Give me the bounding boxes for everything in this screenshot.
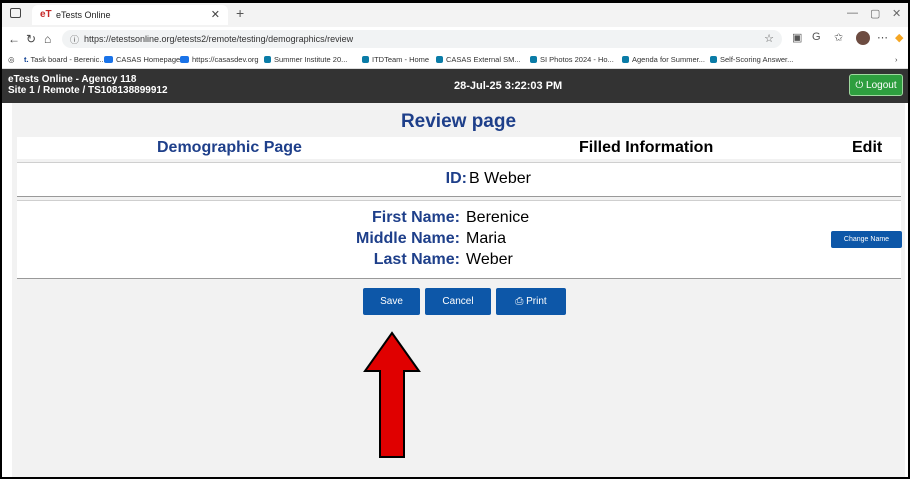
last-name-label: Last Name: bbox=[373, 251, 460, 268]
url-text: https://etestsonline.org/etests2/remote/… bbox=[84, 34, 354, 44]
logout-button[interactable]: ⏻ Logout bbox=[849, 74, 903, 96]
change-name-button[interactable]: Change Name bbox=[831, 231, 902, 248]
tab-title: eTests Online bbox=[56, 10, 111, 20]
red-arrow-annotation bbox=[363, 331, 421, 458]
page-title: Review page bbox=[400, 111, 517, 132]
bookmark-self-scoring[interactable]: Self-Scoring Answer... bbox=[710, 55, 793, 64]
app-header: eTests Online - Agency 118 Site 1 / Remo… bbox=[2, 69, 908, 103]
refresh-icon[interactable]: ↻ bbox=[26, 32, 36, 46]
copilot-icon[interactable]: G bbox=[812, 31, 821, 43]
agency-name: eTests Online - Agency 118 bbox=[8, 74, 137, 85]
extension-icon[interactable]: ▣ bbox=[792, 31, 802, 44]
col-edit: Edit bbox=[852, 139, 883, 156]
bookmark-itdteam[interactable]: ITDTeam - Home bbox=[362, 55, 429, 64]
bookmark-casas-external[interactable]: CASAS External SM... bbox=[436, 55, 521, 64]
more-menu-icon[interactable]: ⋯ bbox=[877, 31, 888, 44]
back-icon[interactable]: ← bbox=[8, 32, 20, 46]
name-row: First Name: Berenice Middle Name: Maria … bbox=[17, 200, 902, 279]
tab-actions-icon[interactable] bbox=[10, 8, 21, 18]
address-bar-row: ← ↻ ⌂ ⓘ https://etestsonline.org/etests2… bbox=[2, 27, 908, 51]
session-datetime: 28-Jul-25 3:22:03 PM bbox=[454, 80, 563, 92]
logout-label: Logout bbox=[866, 80, 897, 91]
tab-close-icon[interactable]: ✕ bbox=[211, 8, 220, 21]
bookmarks-overflow-icon[interactable]: › bbox=[895, 55, 898, 64]
bookmark-summer-institute[interactable]: Summer Institute 20... bbox=[264, 55, 347, 64]
edge-copilot-icon[interactable]: ◆ bbox=[895, 31, 903, 44]
home-icon[interactable]: ⌂ bbox=[44, 32, 51, 46]
site-id: Site 1 / Remote / TS108138899912 bbox=[8, 85, 168, 96]
printer-icon: ⎙ bbox=[515, 296, 524, 307]
profile-avatar[interactable] bbox=[856, 31, 870, 45]
id-label: ID: bbox=[445, 170, 467, 187]
power-icon: ⏻ bbox=[855, 80, 864, 91]
save-button[interactable]: Save bbox=[363, 288, 420, 315]
favorites-icon[interactable]: ✩ bbox=[834, 31, 843, 44]
review-content: Review page Demographic Page Filled Info… bbox=[12, 103, 905, 477]
bookmarks-bar: ◎ t. Task board - Berenic... CASAS Homep… bbox=[2, 51, 908, 69]
bookmark-casasdev[interactable]: https://casasdev.org bbox=[180, 55, 259, 64]
first-name-value: Berenice bbox=[466, 209, 530, 226]
new-tab-icon[interactable]: + bbox=[236, 5, 244, 21]
review-header-row: Demographic Page Filled Information Edit bbox=[17, 137, 901, 159]
bookmark-task-board[interactable]: t. Task board - Berenic... bbox=[24, 55, 106, 64]
first-name-label: First Name: bbox=[371, 209, 460, 226]
bookmarks-icon[interactable]: ◎ bbox=[8, 55, 15, 64]
print-label: Print bbox=[526, 296, 547, 307]
col-filled-information: Filled Information bbox=[579, 139, 714, 156]
maximize-icon[interactable]: ▢ bbox=[870, 7, 880, 20]
bookmark-casas-homepage[interactable]: CASAS Homepage bbox=[104, 55, 180, 64]
middle-name-label: Middle Name: bbox=[355, 230, 460, 247]
col-demographic-page: Demographic Page bbox=[157, 139, 302, 156]
browser-window: eT eTests Online ✕ + — ▢ ✕ ← ↻ ⌂ ⓘ https… bbox=[0, 0, 910, 479]
url-field[interactable]: ⓘ https://etestsonline.org/etests2/remot… bbox=[62, 30, 782, 48]
last-name-value: Weber bbox=[466, 251, 513, 268]
favorite-star-icon[interactable]: ☆ bbox=[764, 32, 774, 45]
id-value: B Weber bbox=[469, 170, 531, 187]
id-row: ID: B Weber bbox=[17, 162, 901, 197]
tab-etests-online[interactable]: eT eTests Online ✕ bbox=[32, 5, 228, 25]
agency-info: eTests Online - Agency 118 Site 1 / Remo… bbox=[8, 74, 168, 96]
cancel-button[interactable]: Cancel bbox=[425, 288, 491, 315]
bookmark-agenda[interactable]: Agenda for Summer... bbox=[622, 55, 705, 64]
window-close-icon[interactable]: ✕ bbox=[892, 7, 901, 20]
site-info-icon[interactable]: ⓘ bbox=[70, 33, 79, 46]
bookmark-si-photos[interactable]: SI Photos 2024 - Ho... bbox=[530, 55, 614, 64]
minimize-icon[interactable]: — bbox=[847, 7, 858, 19]
etests-favicon-icon: eT bbox=[40, 9, 52, 20]
tab-bar: eT eTests Online ✕ + — ▢ ✕ bbox=[2, 3, 908, 27]
print-button[interactable]: ⎙ Print bbox=[496, 288, 566, 315]
middle-name-value: Maria bbox=[466, 230, 507, 247]
